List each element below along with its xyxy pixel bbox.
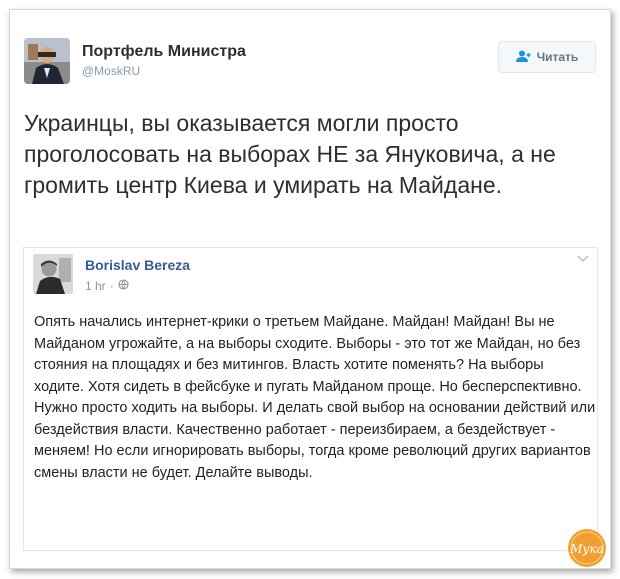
author-name[interactable]: Портфель Министра: [82, 43, 246, 61]
follow-button-label: Читать: [536, 50, 579, 64]
meta-separator: ·: [109, 279, 114, 293]
quoted-post-time[interactable]: 1 hr: [85, 279, 106, 293]
globe-icon: [118, 279, 129, 293]
author-block: Портфель Министра @MoskRU: [82, 43, 246, 78]
tweet-text: Украинцы, вы оказывается могли просто пр…: [24, 110, 556, 198]
tweet-card: Портфель Министра @MoskRU Читать Украинц…: [9, 9, 611, 569]
follow-button[interactable]: Читать: [498, 41, 596, 73]
author-handle[interactable]: @MoskRU: [82, 64, 246, 78]
svg-text:Мука: Мука: [569, 542, 604, 556]
quoted-post-meta: 1 hr ·: [85, 279, 129, 293]
chevron-down-icon[interactable]: [577, 251, 589, 262]
quoted-post-text: Опять начались интернет-крики о третьем …: [34, 314, 596, 481]
watermark-logo: Мука: [567, 528, 607, 568]
author-avatar[interactable]: [24, 38, 70, 84]
follow-user-icon: [515, 50, 532, 65]
quoted-facebook-post[interactable]: Borislav Bereza 1 hr · Опять начались ин…: [23, 247, 598, 551]
quoted-author-avatar[interactable]: [33, 254, 73, 294]
quoted-author-name[interactable]: Borislav Bereza: [85, 257, 190, 273]
